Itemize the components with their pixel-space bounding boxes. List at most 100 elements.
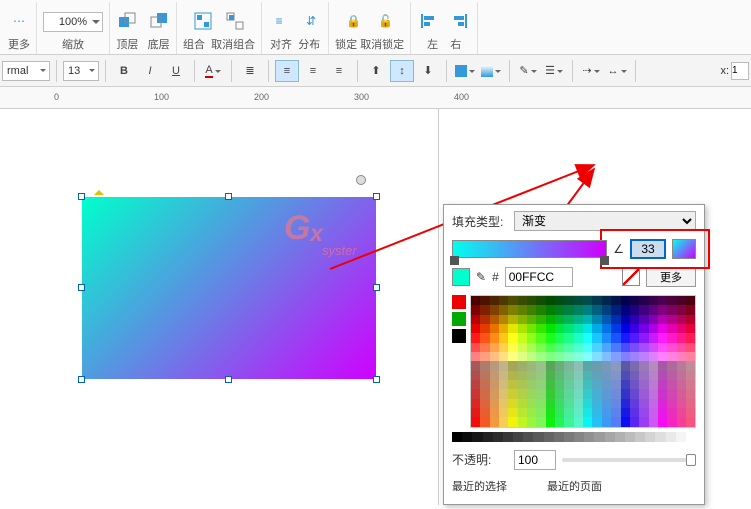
palette-cell[interactable] <box>555 408 564 417</box>
palette-cell[interactable] <box>621 371 630 380</box>
preset-swatch[interactable] <box>452 312 466 326</box>
palette-cell[interactable] <box>667 343 676 352</box>
send-back-icon[interactable] <box>148 10 170 32</box>
palette-cell[interactable] <box>527 315 536 324</box>
palette-cell[interactable] <box>639 361 648 370</box>
palette-cell[interactable] <box>592 315 601 324</box>
palette-cell[interactable] <box>527 399 536 408</box>
palette-cell[interactable] <box>536 333 545 342</box>
more-label[interactable]: 更多 <box>8 38 30 52</box>
gray-cell[interactable] <box>574 432 584 442</box>
palette-cell[interactable] <box>471 417 480 426</box>
palette-cell[interactable] <box>527 361 536 370</box>
palette-cell[interactable] <box>480 352 489 361</box>
palette-cell[interactable] <box>649 361 658 370</box>
palette-cell[interactable] <box>686 361 695 370</box>
palette-cell[interactable] <box>677 380 686 389</box>
palette-cell[interactable] <box>499 343 508 352</box>
palette-cell[interactable] <box>508 352 517 361</box>
palette-cell[interactable] <box>658 408 667 417</box>
palette-cell[interactable] <box>630 324 639 333</box>
palette-cell[interactable] <box>611 371 620 380</box>
palette-cell[interactable] <box>574 324 583 333</box>
distribute-icon[interactable]: ⇵ <box>300 10 322 32</box>
x-input[interactable] <box>731 62 749 80</box>
palette-cell[interactable] <box>621 380 630 389</box>
resize-handle[interactable] <box>373 193 380 200</box>
gray-cell[interactable] <box>503 432 513 442</box>
gray-cell[interactable] <box>452 432 462 442</box>
palette-cell[interactable] <box>630 343 639 352</box>
palette-cell[interactable] <box>602 399 611 408</box>
palette-cell[interactable] <box>630 296 639 305</box>
palette-cell[interactable] <box>536 352 545 361</box>
palette-cell[interactable] <box>602 361 611 370</box>
palette-cell[interactable] <box>527 408 536 417</box>
palette-cell[interactable] <box>499 361 508 370</box>
bold-button[interactable]: B <box>112 60 136 82</box>
gray-strip[interactable] <box>452 432 696 442</box>
palette-cell[interactable] <box>686 296 695 305</box>
palette-cell[interactable] <box>471 352 480 361</box>
palette-cell[interactable] <box>546 324 555 333</box>
lock-icon[interactable]: 🔒 <box>343 10 365 32</box>
halign-center-button[interactable]: ≡ <box>301 60 325 82</box>
palette-cell[interactable] <box>658 361 667 370</box>
palette-cell[interactable] <box>546 371 555 380</box>
palette-cell[interactable] <box>592 408 601 417</box>
palette-cell[interactable] <box>592 417 601 426</box>
halign-right-button[interactable]: ≡ <box>327 60 351 82</box>
gradient-button[interactable] <box>479 60 503 82</box>
align-left-icon[interactable] <box>417 10 439 32</box>
current-color-swatch[interactable] <box>452 268 470 286</box>
palette-cell[interactable] <box>546 361 555 370</box>
palette-cell[interactable] <box>564 408 573 417</box>
palette-cell[interactable] <box>658 296 667 305</box>
palette-cell[interactable] <box>555 343 564 352</box>
more-colors-button[interactable]: 更多 <box>646 267 696 287</box>
palette-cell[interactable] <box>564 399 573 408</box>
halign-left-button[interactable]: ≡ <box>275 60 299 82</box>
palette-cell[interactable] <box>639 333 648 342</box>
palette-cell[interactable] <box>667 371 676 380</box>
palette-cell[interactable] <box>546 296 555 305</box>
palette-cell[interactable] <box>536 371 545 380</box>
palette-cell[interactable] <box>499 371 508 380</box>
fillcolor-button[interactable] <box>453 60 477 82</box>
palette-cell[interactable] <box>490 333 499 342</box>
palette-cell[interactable] <box>480 333 489 342</box>
palette-cell[interactable] <box>564 333 573 342</box>
linecolor-button[interactable]: ✎ <box>516 60 540 82</box>
palette-cell[interactable] <box>667 389 676 398</box>
palette-cell[interactable] <box>667 408 676 417</box>
palette-cell[interactable] <box>658 371 667 380</box>
more-icon[interactable]: ⋯ <box>8 10 30 32</box>
resize-handle[interactable] <box>78 193 85 200</box>
palette-cell[interactable] <box>480 399 489 408</box>
palette-cell[interactable] <box>649 305 658 314</box>
gray-cell[interactable] <box>523 432 533 442</box>
palette-cell[interactable] <box>649 296 658 305</box>
palette-cell[interactable] <box>630 333 639 342</box>
palette-cell[interactable] <box>592 296 601 305</box>
palette-cell[interactable] <box>490 315 499 324</box>
palette-cell[interactable] <box>649 417 658 426</box>
palette-cell[interactable] <box>658 324 667 333</box>
palette-cell[interactable] <box>564 352 573 361</box>
palette-cell[interactable] <box>583 361 592 370</box>
palette-cell[interactable] <box>499 324 508 333</box>
palette-cell[interactable] <box>471 324 480 333</box>
palette-cell[interactable] <box>499 315 508 324</box>
hex-input[interactable] <box>505 267 573 287</box>
palette-cell[interactable] <box>686 371 695 380</box>
palette-cell[interactable] <box>677 389 686 398</box>
palette-cell[interactable] <box>546 389 555 398</box>
palette-cell[interactable] <box>555 324 564 333</box>
palette-cell[interactable] <box>546 343 555 352</box>
palette-cell[interactable] <box>592 399 601 408</box>
palette-cell[interactable] <box>677 305 686 314</box>
palette-cell[interactable] <box>658 399 667 408</box>
palette-cell[interactable] <box>527 417 536 426</box>
preset-swatch[interactable] <box>452 329 466 343</box>
palette-cell[interactable] <box>471 305 480 314</box>
